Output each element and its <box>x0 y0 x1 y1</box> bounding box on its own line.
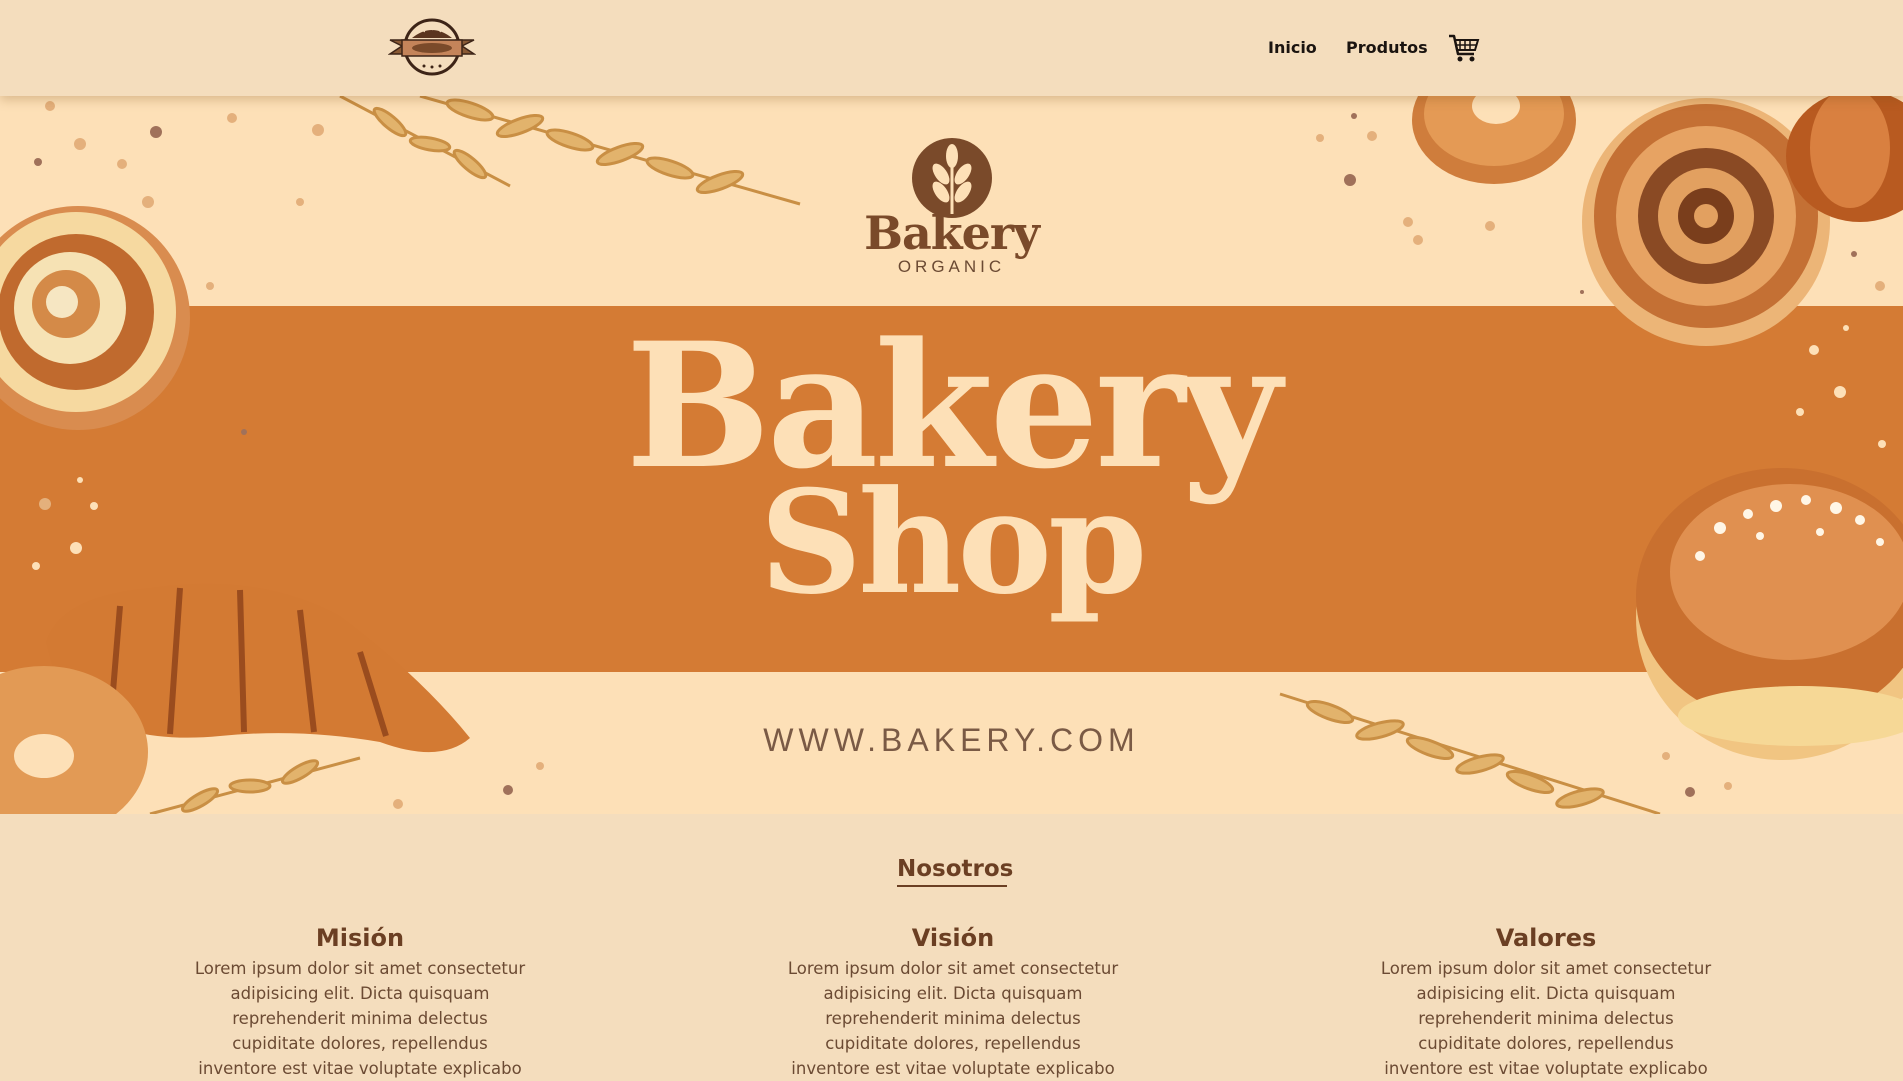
about-section: Nosotros Misión Lorem ipsum dolor sit am… <box>0 814 1903 1080</box>
column-heading: Misión <box>315 924 405 952</box>
column-text-line: adipisicing elit. Dicta quisquam <box>823 984 1083 1003</box>
column-text-line: cupiditate dolores, repellendus <box>825 1034 1081 1053</box>
column-text-line: Lorem ipsum dolor sit amet consectetur <box>1380 959 1712 978</box>
emblem-subtitle: ORGANIC <box>897 257 1006 276</box>
column-heading: Valores <box>1495 924 1597 952</box>
hero-title-line2: Shop <box>759 460 1148 626</box>
mission-column: Misión Lorem ipsum dolor sit amet consec… <box>150 924 570 1081</box>
section-title: Nosotros <box>897 856 1013 887</box>
hero-url: WWW.BAKERY.COM <box>763 722 1140 758</box>
nav-link-inicio[interactable]: Inicio <box>1268 38 1317 57</box>
column-text-line: inventore est vitae voluptate explicabo <box>198 1059 522 1078</box>
column-text-line: reprehenderit minima delectus <box>825 1009 1081 1028</box>
column-text-line: adipisicing elit. Dicta quisquam <box>230 984 490 1003</box>
column-text-line: cupiditate dolores, repellendus <box>232 1034 488 1053</box>
hero-banner: Bakery ORGANIC Bakery Shop WWW.BAKERY.CO… <box>0 96 1903 814</box>
values-column: Valores Lorem ipsum dolor sit amet conse… <box>1336 924 1756 1081</box>
column-text-line: cupiditate dolores, repellendus <box>1418 1034 1674 1053</box>
column-heading: Visión <box>911 924 995 952</box>
navbar: Inicio Produtos <box>0 0 1903 96</box>
shopping-cart-icon[interactable] <box>1448 32 1480 64</box>
emblem-wordmark: Bakery <box>864 206 1040 260</box>
bakery-emblem-icon[interactable] <box>388 16 476 78</box>
column-text-line: Lorem ipsum dolor sit amet consectetur <box>787 959 1119 978</box>
column-text-line: inventore est vitae voluptate explicabo <box>791 1059 1115 1078</box>
column-text-line: inventore est vitae voluptate explicabo <box>1384 1059 1708 1078</box>
column-text-line: reprehenderit minima delectus <box>232 1009 488 1028</box>
column-text-line: adipisicing elit. Dicta quisquam <box>1416 984 1676 1003</box>
column-text-line: reprehenderit minima delectus <box>1418 1009 1674 1028</box>
nav-link-produtos[interactable]: Produtos <box>1346 38 1428 57</box>
vision-column: Visión Lorem ipsum dolor sit amet consec… <box>743 924 1163 1081</box>
column-text-line: Lorem ipsum dolor sit amet consectetur <box>194 959 526 978</box>
